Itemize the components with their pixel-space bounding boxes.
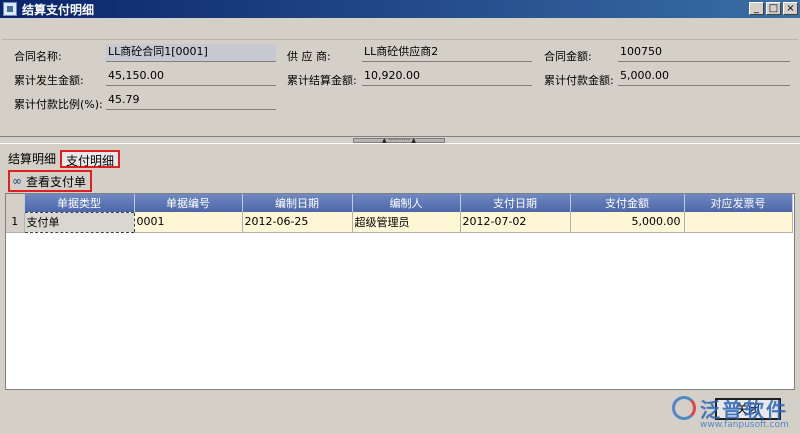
column-header[interactable]: 支付金额: [570, 194, 685, 212]
supplier-field: LL商砼供应商2: [362, 44, 532, 62]
window-controls: _ □ ×: [749, 2, 798, 15]
accum-ratio-label: 累计付款比例(%):: [14, 98, 103, 111]
contract-name-field: LL商砼合同1[0001]: [106, 44, 276, 62]
cell-payment-date[interactable]: 2012-07-02: [460, 212, 571, 233]
close-window-button[interactable]: ×: [783, 2, 798, 15]
column-header[interactable]: 单据编号: [134, 194, 243, 212]
column-header[interactable]: 单据类型: [24, 194, 135, 212]
top-toolbar: [2, 20, 798, 40]
cell-creator[interactable]: 超级管理员: [352, 212, 461, 233]
payment-table: 单据类型 单据编号 编制日期 编制人 支付日期 支付金额 对应发票号 1 支付单…: [6, 194, 793, 233]
title-bar: 结算支付明细 _ □ ×: [0, 0, 800, 18]
accum-incurred-field: 45,150.00: [106, 68, 276, 86]
column-header[interactable]: 支付日期: [460, 194, 571, 212]
detail-tabs: 结算明细 支付明细: [4, 148, 121, 168]
column-header[interactable]: 编制日期: [242, 194, 353, 212]
app-icon: [3, 2, 17, 16]
contract-amount-label: 合同金额:: [544, 50, 592, 63]
accum-settled-label: 累计结算金额:: [287, 74, 357, 87]
accum-incurred-label: 累计发生金额:: [14, 74, 84, 87]
supplier-label: 供 应 商:: [287, 50, 331, 63]
cell-created-date[interactable]: 2012-06-25: [242, 212, 353, 233]
view-payment-button[interactable]: ∞ 查看支付单: [8, 170, 93, 192]
link-icon: ∞: [12, 174, 22, 188]
row-number: 1: [6, 212, 25, 233]
accum-settled-field: 10,920.00: [362, 68, 532, 86]
close-button[interactable]: 关闭: [715, 398, 781, 420]
tab-payment-detail[interactable]: 支付明细: [60, 150, 121, 168]
table-row[interactable]: 1 支付单 0001 2012-06-25 超级管理员 2012-07-02 5…: [6, 211, 793, 233]
payment-grid: 单据类型 单据编号 编制日期 编制人 支付日期 支付金额 对应发票号 1 支付单…: [5, 193, 795, 390]
footer-bar: [0, 390, 800, 434]
column-header[interactable]: 编制人: [352, 194, 461, 212]
maximize-button[interactable]: □: [766, 2, 781, 15]
table-header-row: 单据类型 单据编号 编制日期 编制人 支付日期 支付金额 对应发票号: [6, 194, 793, 212]
contract-name-label: 合同名称:: [14, 50, 62, 63]
panel-splitter[interactable]: ▲ ··········· ▲: [0, 136, 800, 144]
accum-paid-field: 5,000.00: [618, 68, 790, 86]
contract-amount-field: 100750: [618, 44, 790, 62]
window-title: 结算支付明细: [22, 2, 95, 17]
cell-doc-number[interactable]: 0001: [134, 212, 243, 233]
column-header[interactable]: 对应发票号: [684, 194, 793, 212]
minimize-button[interactable]: _: [749, 2, 764, 15]
view-payment-label: 查看支付单: [26, 174, 87, 189]
cell-invoice-number[interactable]: [684, 212, 793, 233]
cell-payment-amount[interactable]: 5,000.00: [570, 212, 685, 233]
tab-settlement-detail[interactable]: 结算明细: [4, 150, 60, 168]
contract-summary-form: 合同名称: LL商砼合同1[0001] 供 应 商: LL商砼供应商2 合同金额…: [2, 40, 798, 134]
accum-paid-label: 累计付款金额:: [544, 74, 614, 87]
cell-doc-type[interactable]: 支付单: [23, 211, 135, 233]
row-number-header: [6, 194, 25, 212]
accum-ratio-field: 45.79: [106, 92, 276, 110]
splitter-grip[interactable]: ▲ ··········· ▲: [353, 138, 445, 144]
